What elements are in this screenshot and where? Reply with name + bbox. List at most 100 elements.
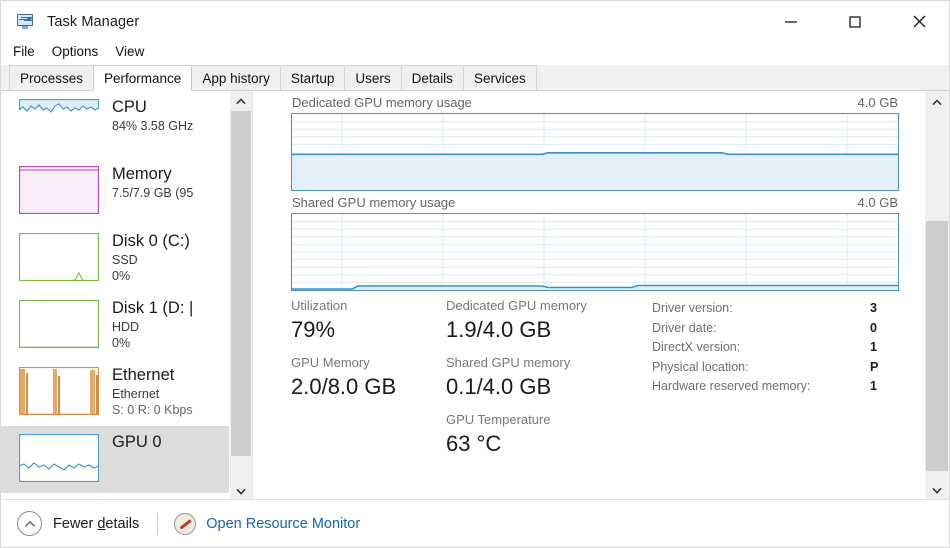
- sidebar-item-memory-text: Memory 7.5/7.9 GB (95: [112, 164, 193, 201]
- sidebar-item-gpu0-text: GPU 0: [112, 432, 162, 453]
- info-row-directx-version: DirectX version: 1: [652, 338, 914, 358]
- tab-performance[interactable]: Performance: [93, 65, 193, 91]
- sidebar-item-cpu[interactable]: CPU 84% 3.58 GHz: [1, 91, 229, 158]
- sidebar-item-ethernet[interactable]: Ethernet Ethernet S: 0 R: 0 Kbps: [1, 359, 229, 426]
- gpu-temperature-label: GPU Temperature: [446, 412, 551, 427]
- main-scroll-up-button[interactable]: [925, 91, 949, 113]
- gpu-detail-panel: Dedicated GPU memory usage 4.0 GB Shared…: [253, 91, 923, 501]
- sidebar-item-disk1-line2: 0%: [112, 336, 131, 350]
- tab-services[interactable]: Services: [462, 65, 537, 90]
- driver-version-label: Driver version:: [652, 301, 733, 315]
- tab-processes[interactable]: Processes: [9, 65, 95, 90]
- disk1-thumbnail-graph: [19, 300, 99, 348]
- physical-location-value: P: [870, 359, 879, 374]
- maximize-button[interactable]: [823, 1, 887, 42]
- sidebar-item-ethernet-line2: S: 0 R: 0 Kbps: [112, 403, 193, 417]
- hardware-reserved-memory-label: Hardware reserved memory:: [652, 379, 811, 393]
- dedicated-gpu-memory-graph-block: Dedicated GPU memory usage 4.0 GB: [291, 95, 899, 191]
- sidebar-item-gpu0[interactable]: GPU 0: [1, 426, 229, 493]
- sidebar-item-disk0-line1: SSD: [112, 253, 138, 267]
- sidebar-item-cpu-title: CPU: [112, 98, 147, 116]
- sidebar-item-ethernet-line1: Ethernet: [112, 387, 160, 401]
- menu-item-view[interactable]: View: [115, 42, 153, 61]
- fewer-details-button[interactable]: Fewer details: [53, 516, 139, 532]
- directx-version-value: 1: [870, 340, 877, 354]
- disk0-thumbnail-graph: [19, 233, 99, 281]
- memory-thumbnail-graph: [19, 166, 99, 214]
- shared-gpu-memory-value: 0.1/4.0 GB: [446, 374, 552, 399]
- driver-version-value: 3: [870, 301, 877, 315]
- title-bar: Task Manager: [1, 1, 949, 42]
- gpu-stats: Utilization 79% GPU Memory 2.0/8.0 GB De…: [291, 296, 651, 459]
- window-controls: [759, 1, 949, 42]
- shared-gpu-memory-graph-title: Shared GPU memory usage: [292, 195, 456, 210]
- dedicated-gpu-memory-label: Dedicated GPU memory: [446, 298, 587, 313]
- status-separator: [157, 512, 159, 535]
- sidebar-item-disk1-text: Disk 1 (D: | HDD 0%: [112, 298, 193, 351]
- utilization-label: Utilization: [291, 298, 348, 313]
- task-manager-icon: [15, 13, 35, 31]
- main-scrollbar[interactable]: [925, 91, 949, 501]
- content-area: CPU 84% 3.58 GHz Memory 7.5/7.9 GB (95 D…: [1, 91, 949, 501]
- window-title: Task Manager: [47, 13, 140, 30]
- task-manager-window: Task Manager File Options View Processes…: [0, 0, 950, 548]
- chevron-up-circle-icon[interactable]: [17, 511, 42, 536]
- sidebar-item-memory-title: Memory: [112, 165, 172, 183]
- sidebar-item-disk0[interactable]: Disk 0 (C:) SSD 0%: [1, 225, 229, 292]
- sidebar-scroll-up-button[interactable]: [230, 91, 252, 111]
- sidebar-scroll-down-button[interactable]: [230, 481, 252, 501]
- dedicated-gpu-memory-graph-max: 4.0 GB: [857, 95, 898, 110]
- close-button[interactable]: [887, 1, 949, 42]
- sidebar-item-cpu-text: CPU 84% 3.58 GHz: [112, 97, 193, 134]
- sidebar-item-gpu0-title: GPU 0: [112, 433, 162, 451]
- shared-gpu-memory-graph: [291, 213, 899, 291]
- sidebar-item-disk1-line1: HDD: [112, 320, 140, 334]
- sidebar-scroll-thumb[interactable]: [231, 111, 251, 456]
- sidebar-item-cpu-line1: 84% 3.58 GHz: [112, 119, 194, 133]
- menu-item-options[interactable]: Options: [52, 42, 108, 61]
- sidebar-scroll-track[interactable]: [230, 111, 252, 481]
- resource-monitor-icon[interactable]: [174, 512, 197, 535]
- gpu-temperature-value: 63 °C: [446, 431, 502, 456]
- cpu-thumbnail-graph: [19, 99, 99, 147]
- shared-gpu-memory-graph-block: Shared GPU memory usage 4.0 GB: [291, 195, 899, 291]
- tab-users[interactable]: Users: [344, 65, 402, 90]
- sidebar-item-ethernet-title: Ethernet: [112, 366, 175, 384]
- hardware-reserved-memory-value: 1: [870, 379, 877, 393]
- dedicated-gpu-memory-graph-title: Dedicated GPU memory usage: [292, 95, 472, 110]
- sidebar-item-disk0-text: Disk 0 (C:) SSD 0%: [112, 231, 190, 284]
- sidebar-item-disk0-line2: 0%: [112, 269, 131, 283]
- main-scroll-thumb[interactable]: [926, 221, 948, 471]
- main-scroll-down-button[interactable]: [925, 479, 949, 501]
- sidebar-item-memory-line1: 7.5/7.9 GB (95: [112, 186, 194, 200]
- shared-gpu-memory-label: Shared GPU memory: [446, 355, 571, 370]
- open-resource-monitor-link[interactable]: Open Resource Monitor: [206, 516, 360, 532]
- tab-startup[interactable]: Startup: [279, 65, 346, 90]
- resource-sidebar[interactable]: CPU 84% 3.58 GHz Memory 7.5/7.9 GB (95 D…: [1, 91, 229, 501]
- gpu-memory-label: GPU Memory: [291, 355, 370, 370]
- utilization-value: 79%: [291, 317, 336, 342]
- sidebar-item-disk1-title: Disk 1 (D: |: [112, 299, 194, 317]
- info-row-driver-date: Driver date: 0: [652, 319, 914, 339]
- info-row-driver-version: Driver version: 3: [652, 299, 914, 319]
- gpu-stats-column-2: Dedicated GPU memory 1.9/4.0 GB Shared G…: [446, 296, 651, 459]
- gpu-stats-column-1: Utilization 79% GPU Memory 2.0/8.0 GB: [291, 296, 446, 459]
- dedicated-gpu-memory-graph-header: Dedicated GPU memory usage 4.0 GB: [291, 95, 899, 113]
- status-bar: Fewer details Open Resource Monitor: [1, 499, 949, 547]
- tab-app-history[interactable]: App history: [191, 65, 281, 90]
- menu-item-file[interactable]: File: [13, 42, 44, 61]
- tab-strip: Processes Performance App history Startu…: [1, 65, 949, 91]
- sidebar-item-ethernet-text: Ethernet Ethernet S: 0 R: 0 Kbps: [112, 365, 193, 418]
- gpu-memory-value: 2.0/8.0 GB: [291, 374, 397, 399]
- sidebar-item-disk1[interactable]: Disk 1 (D: | HDD 0%: [1, 292, 229, 359]
- shared-gpu-memory-graph-max: 4.0 GB: [857, 195, 898, 210]
- dedicated-gpu-memory-value: 1.9/4.0 GB: [446, 317, 552, 342]
- gpu-info-list: Driver version: 3 Driver date: 0 DirectX…: [652, 299, 914, 397]
- fewer-details-post: etails: [105, 515, 140, 532]
- sidebar-scrollbar[interactable]: [229, 91, 252, 501]
- tab-details[interactable]: Details: [400, 65, 464, 90]
- sidebar-item-memory[interactable]: Memory 7.5/7.9 GB (95: [1, 158, 229, 225]
- shared-gpu-memory-graph-header: Shared GPU memory usage 4.0 GB: [291, 195, 899, 213]
- directx-version-label: DirectX version:: [652, 340, 741, 354]
- minimize-button[interactable]: [759, 1, 823, 42]
